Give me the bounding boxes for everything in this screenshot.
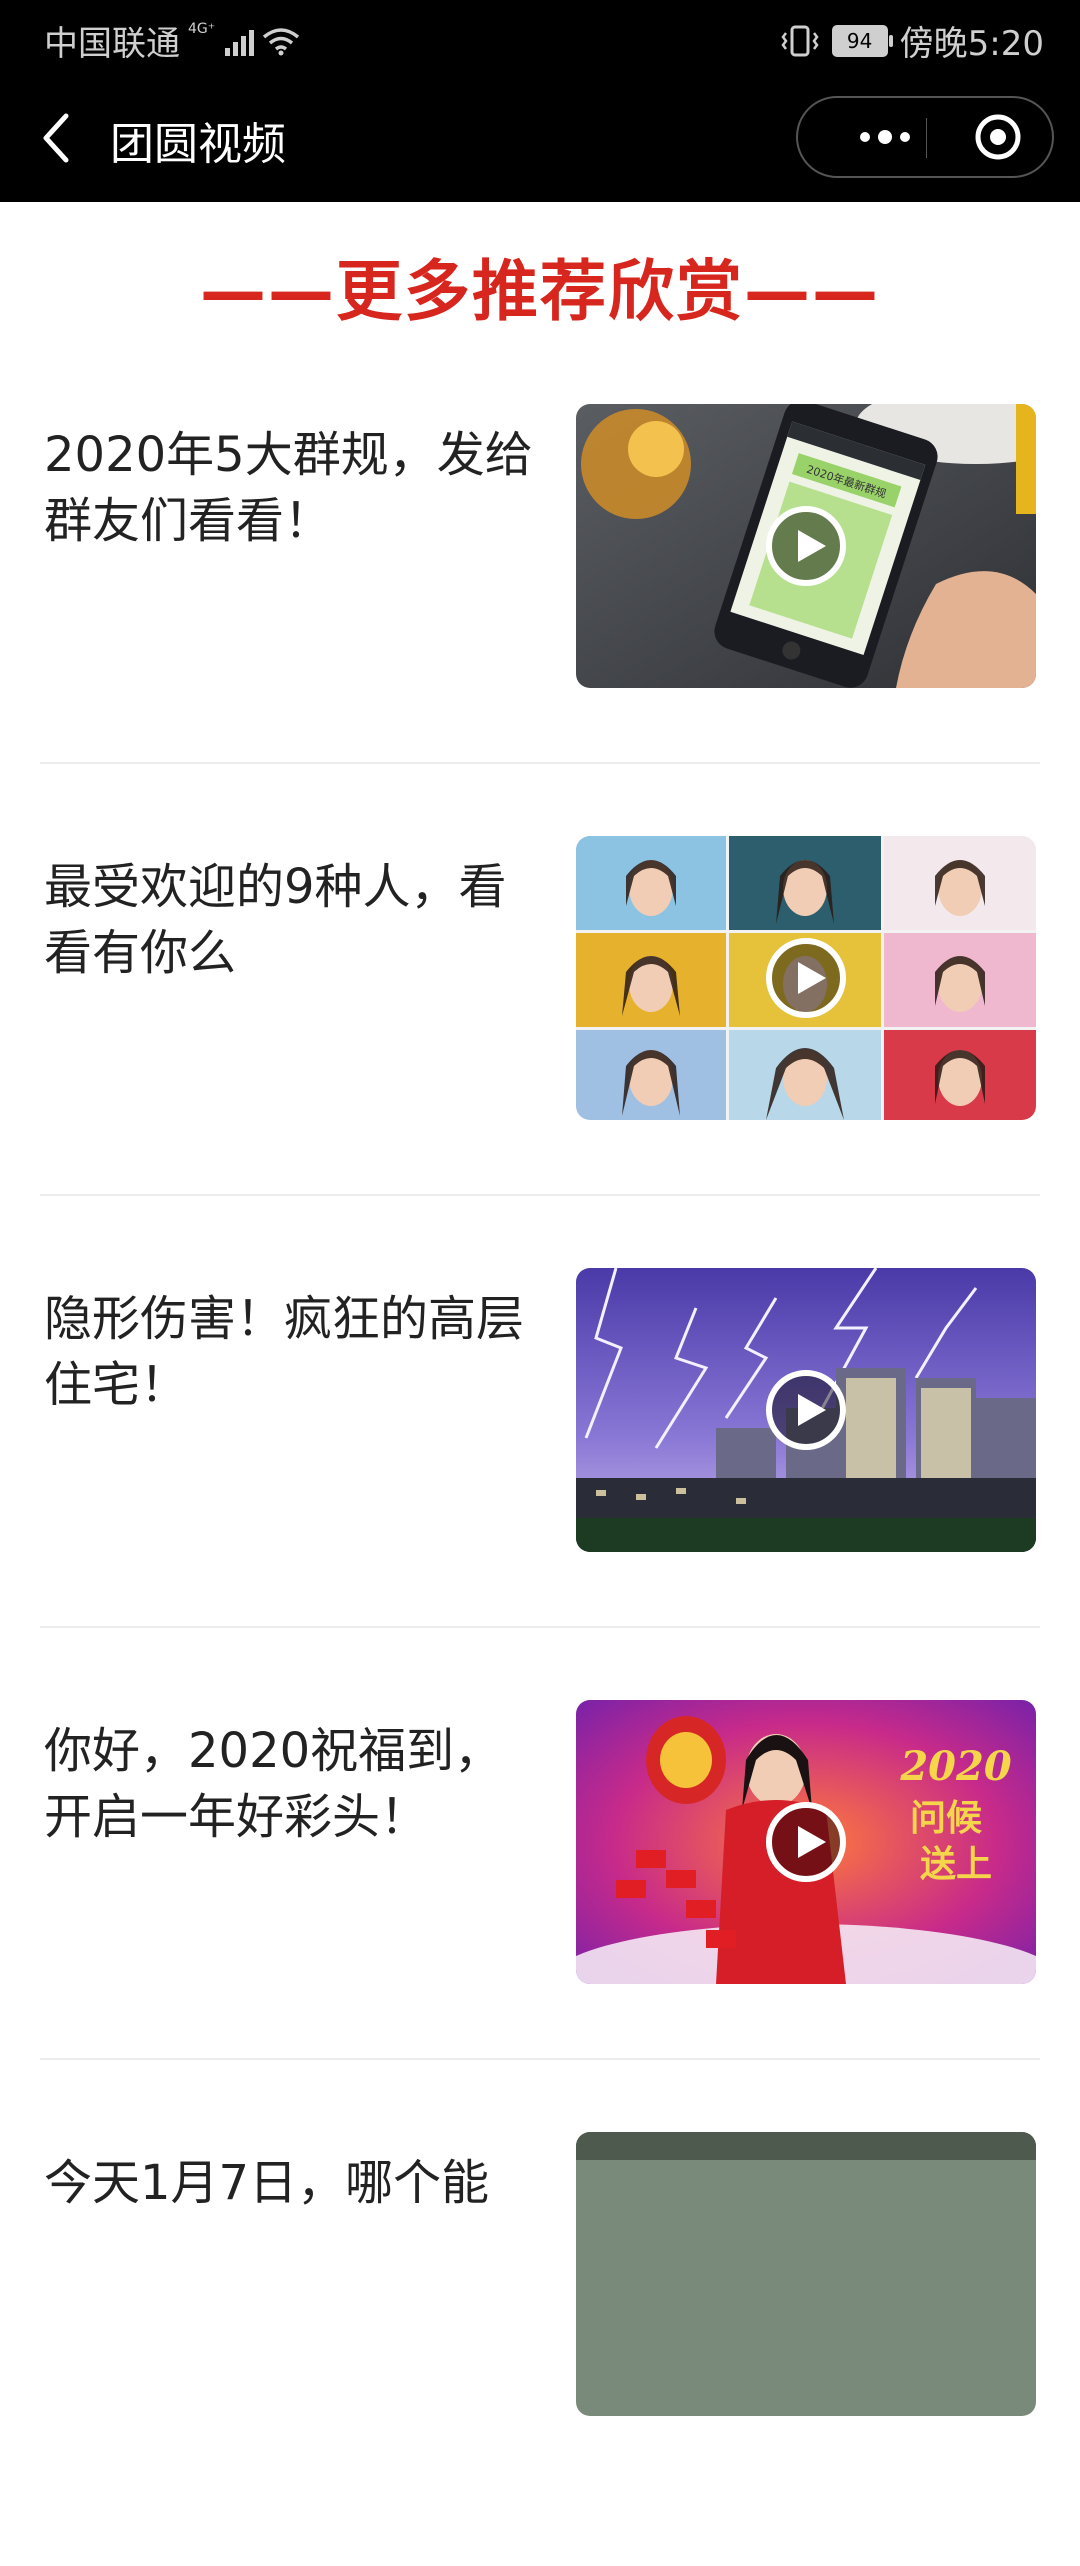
nav-bar: 团圆视频	[0, 74, 1080, 202]
video-list-item[interactable]: 隐形伤害！疯狂的高层住宅！	[0, 1268, 1080, 1702]
signal-icon	[225, 26, 255, 56]
video-list-item[interactable]: 最受欢迎的9种人，看看有你么	[0, 836, 1080, 1270]
video-title[interactable]: 隐形伤害！疯狂的高层住宅！	[44, 1286, 544, 1418]
target-icon[interactable]	[958, 98, 1038, 176]
video-list-item[interactable]: 2020年5大群规，发给群友们看看！ 2020年最新群规	[0, 404, 1080, 838]
video-thumbnail[interactable]: 2020 问候 送上	[576, 1700, 1036, 1984]
mini-program-capsule	[796, 96, 1054, 178]
play-icon[interactable]	[766, 1802, 846, 1882]
battery-icon: 94	[831, 24, 893, 57]
back-arrow-icon[interactable]	[36, 108, 76, 168]
more-dots-icon[interactable]	[830, 98, 940, 176]
network-type-label: 4G⁺	[188, 20, 216, 37]
video-list-item[interactable]: 今天1月7日，哪个能	[0, 2132, 1080, 2566]
status-right: 94 傍晚5:20	[780, 16, 1044, 65]
video-thumbnail[interactable]	[576, 836, 1036, 1120]
video-title[interactable]: 你好，2020祝福到，开启一年好彩头！	[44, 1718, 544, 1850]
play-icon[interactable]	[766, 506, 846, 586]
greeting-year-text: 2020	[899, 1743, 1011, 1790]
status-bar: 中国联通 4G⁺ 94 傍晚5:20	[0, 0, 1080, 74]
item-divider	[40, 762, 1040, 764]
video-list-item[interactable]: 你好，2020祝福到，开启一年好彩头！ 2020 问候 送上	[0, 1700, 1080, 2134]
item-divider	[40, 2058, 1040, 2060]
video-thumbnail[interactable]	[576, 1268, 1036, 1552]
page-title: 团圆视频	[110, 119, 286, 170]
video-thumbnail[interactable]: 2020年最新群规	[576, 404, 1036, 688]
item-divider	[40, 1626, 1040, 1628]
carrier-label: 中国联通	[44, 24, 180, 64]
item-divider	[40, 1194, 1040, 1196]
video-title[interactable]: 最受欢迎的9种人，看看有你么	[44, 854, 544, 986]
vibrate-icon	[781, 25, 819, 56]
clock-label: 傍晚5:20	[899, 24, 1044, 64]
landscape-image	[576, 2132, 1036, 2416]
battery-level: 94	[846, 28, 873, 53]
capsule-divider	[926, 118, 927, 158]
greeting-line2-text: 送上	[920, 1844, 992, 1885]
play-icon[interactable]	[766, 938, 846, 1018]
video-thumbnail[interactable]	[576, 2132, 1036, 2416]
greeting-line1-text: 问候	[910, 1798, 982, 1839]
video-title[interactable]: 2020年5大群规，发给群友们看看！	[44, 422, 544, 554]
section-title: ——更多推荐欣赏——	[200, 253, 880, 330]
play-icon[interactable]	[766, 1370, 846, 1450]
wifi-icon	[263, 27, 300, 55]
status-left: 中国联通 4G⁺	[44, 16, 300, 65]
